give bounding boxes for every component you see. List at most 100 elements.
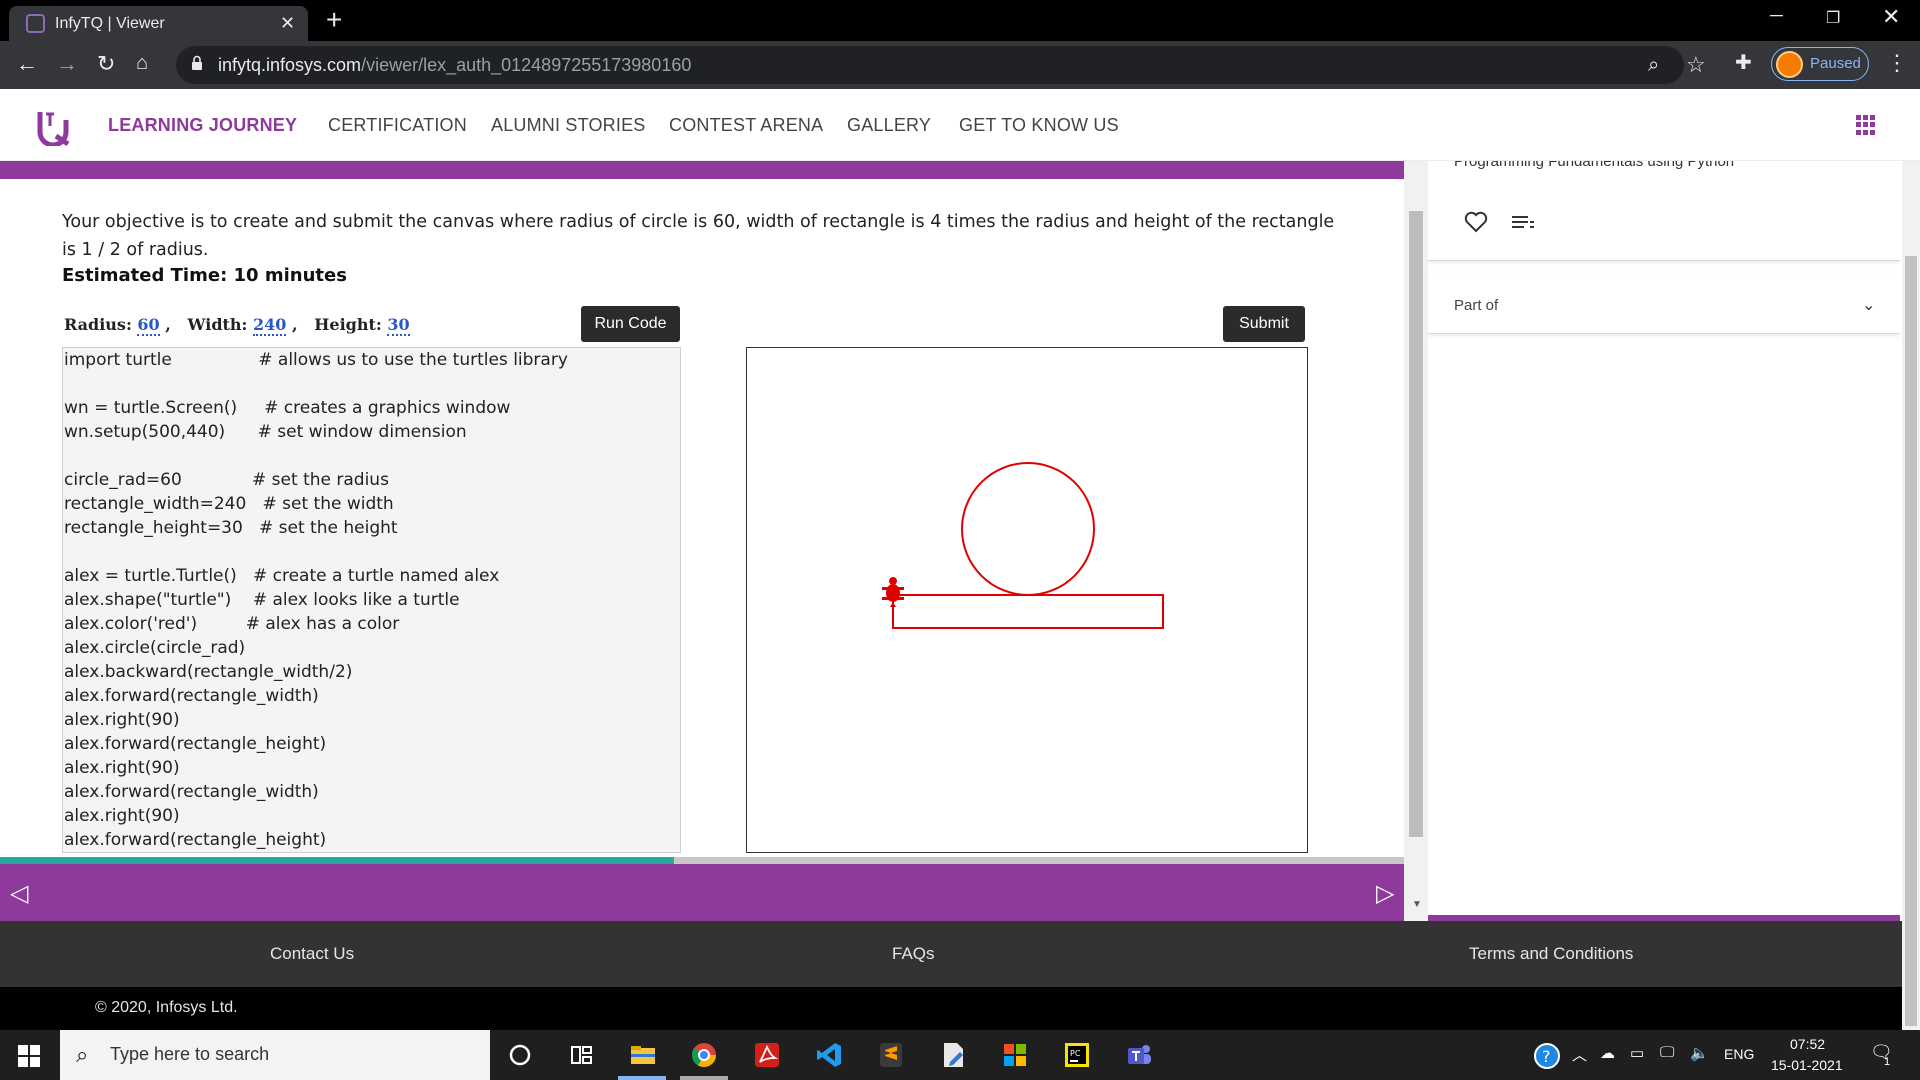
chevron-down-icon[interactable]: ⌄ (1862, 295, 1875, 315)
scroll-down-arrow-icon[interactable]: ▼ (1412, 899, 1422, 910)
code-line: alex.forward(rectangle_width) (64, 782, 319, 802)
radius-label: Radius: (64, 315, 132, 334)
height-value[interactable]: 30 (387, 315, 410, 336)
apps-grid-icon[interactable] (1856, 115, 1876, 135)
code-editor[interactable]: import turtle # allows us to use the tur… (62, 347, 681, 853)
notification-count: 1 (1884, 1056, 1891, 1068)
next-button[interactable]: ▷ (1376, 879, 1394, 908)
code-line: import turtle # allows us to use the tur… (64, 350, 568, 370)
site-header: LEARNING JOURNEY CERTIFICATION ALUMNI ST… (0, 89, 1920, 161)
progress-bar (0, 857, 1404, 864)
tray-chevron-up-icon[interactable]: ︿ (1572, 1044, 1587, 1065)
drawn-rectangle (892, 594, 1164, 629)
heart-icon[interactable] (1464, 211, 1488, 233)
submit-button[interactable]: Submit (1223, 306, 1305, 342)
reload-icon[interactable]: ↻ (97, 51, 115, 77)
nav-learning-journey[interactable]: LEARNING JOURNEY (108, 115, 297, 136)
viewer-title-bar (0, 161, 1404, 179)
infytq-favicon-icon (26, 14, 45, 33)
window-close-button[interactable]: ✕ (1882, 4, 1900, 30)
onedrive-icon[interactable]: ☁ (1600, 1044, 1615, 1062)
back-arrow-icon[interactable]: ← (16, 51, 38, 77)
zoom-icon[interactable]: ⌕ (1648, 54, 1659, 77)
code-line: alex.right(90) (64, 758, 180, 778)
turtle-cursor-icon (882, 577, 904, 607)
tab-close-icon[interactable]: ✕ (280, 13, 295, 34)
bookmark-star-icon[interactable]: ☆ (1686, 52, 1706, 78)
nav-alumni-stories[interactable]: ALUMNI STORIES (491, 115, 646, 136)
copyright-bar: © 2020, Infosys Ltd. (0, 987, 1902, 1030)
course-title[interactable]: Programming Fundamentals using Python (1454, 161, 1734, 170)
window-minimize-button[interactable]: ─ (1770, 5, 1783, 26)
taskbar-search[interactable]: ⌕ Type here to search (60, 1030, 490, 1080)
profile-button[interactable]: Paused (1771, 47, 1869, 81)
code-line: alex.right(90) (64, 710, 180, 730)
contact-us-link[interactable]: Contact Us (270, 944, 354, 964)
extensions-puzzle-icon[interactable]: ✚ (1735, 50, 1752, 75)
infytq-logo[interactable] (34, 106, 74, 146)
chrome-active-indicator (680, 1076, 728, 1080)
code-line: alex.forward(rectangle_height) (64, 830, 327, 850)
site-footer: Contact Us FAQs Terms and Conditions (0, 921, 1902, 987)
address-bar[interactable]: infytq.infosys.com/viewer/lex_auth_01248… (176, 46, 1706, 84)
page-scroll-thumb[interactable] (1905, 256, 1917, 1026)
width-value[interactable]: 240 (253, 315, 287, 336)
nav-gallery[interactable]: GALLERY (847, 115, 931, 136)
store-icon[interactable] (1000, 1040, 1030, 1070)
playlist-icon[interactable] (1512, 216, 1534, 230)
network-icon[interactable]: 🖵 (1660, 1044, 1674, 1061)
pycharm-icon[interactable]: PC (1062, 1040, 1092, 1070)
param-separator: , (159, 315, 182, 334)
chrome-icon[interactable] (689, 1040, 719, 1070)
browser-tab[interactable]: InfyTQ | Viewer ✕ (9, 6, 308, 41)
radius-value[interactable]: 60 (137, 315, 160, 336)
help-icon[interactable]: ? (1533, 1042, 1561, 1070)
volume-icon[interactable]: 🔈 (1690, 1044, 1709, 1062)
profile-status-label: Paused (1810, 55, 1861, 72)
home-icon[interactable]: ⌂ (136, 52, 148, 75)
nav-certification[interactable]: CERTIFICATION (328, 115, 467, 136)
width-label: Width: (187, 315, 248, 334)
viewer-scrollbar[interactable]: ▼ (1404, 161, 1428, 921)
cortana-icon[interactable] (505, 1040, 535, 1070)
previous-button[interactable]: ◁ (10, 879, 28, 908)
sublime-icon[interactable] (876, 1040, 906, 1070)
url-text: infytq.infosys.com/viewer/lex_auth_01248… (218, 55, 691, 76)
forward-arrow-icon[interactable]: → (56, 51, 78, 77)
file-explorer-active-indicator (618, 1076, 666, 1080)
code-line: alex.forward(rectangle_height) (64, 734, 327, 754)
run-code-button[interactable]: Run Code (581, 306, 680, 342)
nav-contest-arena[interactable]: CONTEST ARENA (669, 115, 823, 136)
more-options-icon[interactable]: · · (1864, 161, 1877, 165)
browser-menu-icon[interactable]: ⋮ (1886, 50, 1908, 76)
code-line: alex.right(90) (64, 806, 180, 826)
battery-icon[interactable]: ▭ (1630, 1044, 1644, 1062)
terms-link[interactable]: Terms and Conditions (1469, 944, 1633, 964)
part-of-accordion[interactable]: Part of ⌄ (1428, 280, 1900, 334)
new-tab-button[interactable]: + (326, 4, 342, 36)
viewer-scroll-thumb[interactable] (1409, 211, 1423, 837)
faqs-link[interactable]: FAQs (892, 944, 935, 964)
code-line: alex.color('red') # alex has a color (64, 614, 400, 634)
windows-start-icon[interactable] (18, 1045, 40, 1067)
copyright-text: © 2020, Infosys Ltd. (95, 999, 238, 1016)
part-of-label: Part of (1454, 297, 1499, 314)
task-view-icon[interactable] (566, 1040, 596, 1070)
svg-text:?: ? (1542, 1047, 1551, 1066)
window-restore-button[interactable]: ❐ (1826, 8, 1840, 28)
document-editor-icon[interactable] (938, 1040, 968, 1070)
language-indicator[interactable]: ENG (1724, 1046, 1754, 1062)
file-explorer-icon[interactable] (628, 1040, 658, 1070)
clock-date[interactable]: 15-01-2021 (1771, 1057, 1843, 1073)
url-path: /viewer/lex_auth_0124897255173980160 (361, 55, 692, 75)
page-scrollbar[interactable] (1902, 161, 1920, 1030)
clock-time[interactable]: 07:52 (1790, 1036, 1825, 1052)
vscode-icon[interactable] (814, 1040, 844, 1070)
estimated-time: Estimated Time: 10 minutes (62, 265, 347, 286)
turtle-drawing (882, 462, 1164, 629)
acrobat-icon[interactable] (752, 1040, 782, 1070)
parameter-row: Radius: 60 , Width: 240 , Height: 30 (64, 315, 410, 336)
nav-get-to-know-us[interactable]: GET TO KNOW US (959, 115, 1119, 136)
teams-icon[interactable] (1124, 1040, 1154, 1070)
browser-toolbar: ← → ↻ ⌂ infytq.infosys.com/viewer/lex_au… (0, 41, 1920, 89)
